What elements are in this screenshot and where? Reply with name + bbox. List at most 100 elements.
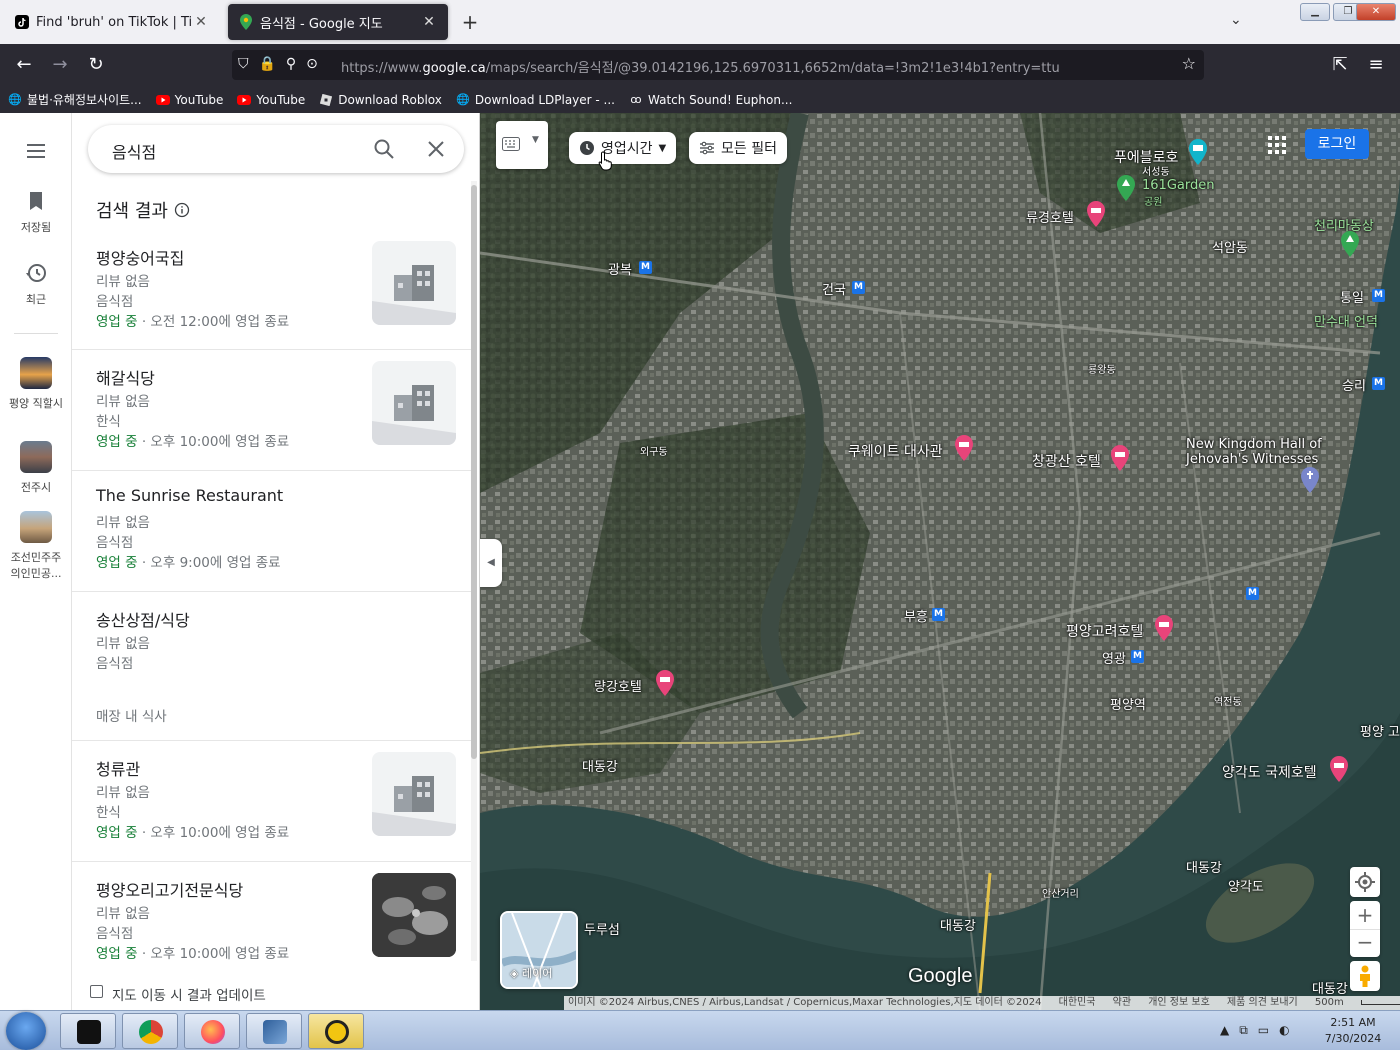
feedback-link[interactable]: 제품 의견 보내기 [1227, 997, 1298, 1008]
map-label[interactable]: 영광 [1102, 648, 1126, 667]
map-label[interactable]: 부흥 [904, 606, 928, 625]
forward-arrow-icon[interactable]: → [48, 54, 72, 76]
park-pin-icon[interactable] [1340, 231, 1360, 257]
result-item[interactable]: The Sunrise Restaurant 리뷰 없음 음식점 영업 중 · … [72, 472, 472, 592]
bookmark-item[interactable]: 🌐 Download LDPlayer - ... [456, 93, 615, 107]
back-arrow-icon[interactable]: ← [12, 54, 36, 76]
keyboard-input-button[interactable]: ▼ [496, 121, 548, 169]
result-item[interactable]: 평양숭어국집 리뷰 없음 음식점 영업 중 · 오전 12:00에 영업 종료 [72, 231, 472, 350]
taskbar-app[interactable] [184, 1013, 240, 1049]
map-label[interactable]: 창광산 호텔 [1032, 451, 1101, 471]
zoom-out-button[interactable]: − [1350, 929, 1380, 957]
terms-link[interactable]: 약관 [1113, 997, 1131, 1008]
tab-tiktok[interactable]: Find 'bruh' on TikTok | TikTok S ✕ [4, 4, 220, 40]
site-info-icons[interactable]: ⛉🔒⚲⊙ [238, 56, 328, 72]
scrollbar-thumb[interactable] [471, 185, 477, 759]
place-name[interactable]: The Sunrise Restaurant [96, 486, 283, 505]
hotel-pin-icon[interactable] [655, 670, 675, 696]
info-icon[interactable] [174, 202, 190, 218]
result-item[interactable]: 송산상점/식당 리뷰 없음 음식점 매장 내 식사 [72, 593, 472, 741]
rail-saved[interactable]: 저장됨 [0, 189, 72, 235]
tab-google-maps[interactable]: 음식점 - Google 지도 ✕ [228, 4, 448, 40]
building-placeholder-icon[interactable] [372, 752, 456, 836]
chevron-down-icon[interactable]: ▼ [532, 135, 539, 145]
update-on-move-checkbox[interactable] [90, 985, 103, 998]
hotel-pin-icon[interactable] [1110, 445, 1130, 471]
metro-station-icon[interactable]: M [639, 261, 652, 274]
metro-station-icon[interactable]: M [1372, 289, 1385, 302]
close-icon[interactable]: ✕ [420, 14, 438, 30]
taskbar-clock[interactable]: 2:51 AM 7/30/2024 [1318, 1015, 1388, 1047]
map-label[interactable]: 량강호텔 [594, 676, 642, 695]
results-scrollbar[interactable] [471, 181, 477, 961]
place-name[interactable]: 송산상점/식당 [96, 607, 190, 631]
metro-station-icon[interactable]: M [852, 281, 865, 294]
bookmark-item[interactable]: YouTube [237, 93, 305, 107]
building-placeholder-icon[interactable] [372, 361, 456, 445]
all-filters-chip[interactable]: 모든 필터 [689, 132, 787, 164]
extensions-icon[interactable]: ⇱ [1328, 54, 1352, 76]
map-label[interactable]: 양각도 국제호텔 [1222, 762, 1317, 782]
my-location-button[interactable] [1350, 867, 1380, 897]
scale-bar[interactable]: 500m [1315, 997, 1400, 1008]
privacy-link[interactable]: 개인 정보 보호 [1148, 997, 1210, 1008]
rail-recent[interactable]: 최근 [0, 261, 72, 307]
chevron-down-icon[interactable]: ⌄ [1230, 12, 1242, 28]
taskbar-app[interactable] [122, 1013, 178, 1049]
metro-station-icon[interactable]: M [1131, 650, 1144, 663]
layers-button[interactable]: ◈ 레이어 [500, 911, 578, 989]
result-item[interactable]: 청류관 리뷰 없음 한식 영업 중 · 오후 10:00에 영업 종료 [72, 742, 472, 862]
minimize-button[interactable]: ▁ [1300, 3, 1330, 21]
result-item[interactable]: 해갈식당 리뷰 없음 한식 영업 중 · 오후 10:00에 영업 종료 [72, 351, 472, 471]
login-button[interactable]: 로그인 [1305, 129, 1369, 159]
map-label[interactable]: 통일 [1340, 287, 1364, 306]
map-label[interactable]: 평양역 [1110, 694, 1146, 713]
park-pin-icon[interactable] [1116, 175, 1136, 201]
close-icon[interactable] [424, 137, 448, 161]
system-tray[interactable]: ▲⧉▭◐ [1220, 1023, 1300, 1038]
bookmark-item[interactable]: Download Roblox [319, 93, 442, 107]
building-placeholder-icon[interactable] [372, 241, 456, 325]
metro-station-icon[interactable]: M [1372, 377, 1385, 390]
result-item[interactable]: 평양오리고기전문식당 리뷰 없음 음식점 영업 중 · 오후 10:00에 영업… [72, 863, 472, 975]
map-label[interactable]: 건국 [822, 279, 846, 298]
windows-start-button[interactable] [6, 1012, 46, 1050]
rail-place-pyongyang[interactable]: 평양 직할시 [0, 357, 72, 411]
bookmark-item[interactable]: YouTube [155, 93, 223, 107]
taskbar-app[interactable] [60, 1013, 116, 1049]
map-label[interactable]: 쿠웨이트 대사관 [848, 441, 943, 461]
satellite-map[interactable]: ◀ ▼ 영업시간 ▼ 모든 필터 로그인 푸에블로호 서성동 161Garden… [480, 113, 1400, 1010]
metro-station-icon[interactable]: M [1246, 587, 1259, 600]
map-label[interactable]: New Kingdom Hall of Jehovah's Witnesses [1186, 437, 1326, 467]
update-on-move-option[interactable]: 지도 이동 시 결과 업데이트 [72, 975, 472, 1010]
taskbar-app[interactable] [308, 1013, 364, 1049]
hotel-pin-icon[interactable] [1154, 615, 1174, 641]
place-name[interactable]: 평양오리고기전문식당 [96, 877, 243, 901]
menu-icon[interactable]: ≡ [1364, 54, 1388, 76]
metro-station-icon[interactable]: M [932, 608, 945, 621]
country-link[interactable]: 대한민국 [1059, 997, 1096, 1008]
hamburger-menu-icon[interactable] [0, 139, 72, 169]
bookmark-item[interactable]: ꝏ Watch Sound! Euphon... [629, 93, 792, 107]
museum-pin-icon[interactable] [1188, 139, 1208, 165]
hotel-pin-icon[interactable] [1086, 201, 1106, 227]
place-name[interactable]: 해갈식당 [96, 365, 155, 389]
url-text[interactable]: https://www.google.ca/maps/search/음식점/@3… [341, 57, 1060, 76]
rail-place-dprk[interactable]: 조선민주주의인민공... [0, 511, 72, 581]
close-icon[interactable]: ✕ [192, 14, 210, 30]
hours-filter-chip[interactable]: 영업시간 ▼ [569, 132, 677, 164]
street-view-pegman[interactable] [1350, 961, 1380, 991]
map-label[interactable]: 류경호텔 [1026, 207, 1074, 226]
map-label[interactable]: 광복 [608, 259, 632, 278]
place-name[interactable]: 평양숭어국집 [96, 245, 184, 269]
hotel-pin-icon[interactable] [1329, 756, 1349, 782]
google-apps-icon[interactable] [1265, 133, 1289, 157]
bookmark-item[interactable]: 🌐 불법·유해정보사이트... [8, 91, 141, 108]
rail-place-jeonju[interactable]: 전주시 [0, 441, 72, 495]
map-label[interactable]: 161Garden [1142, 178, 1214, 193]
window-close-button[interactable]: ✕ [1356, 3, 1396, 21]
map-label[interactable]: 만수대 언덕 [1314, 311, 1378, 330]
place-photo[interactable] [372, 873, 456, 957]
search-input-value[interactable]: 음식점 [112, 139, 156, 163]
collapse-panel-button[interactable]: ◀ [480, 539, 502, 587]
